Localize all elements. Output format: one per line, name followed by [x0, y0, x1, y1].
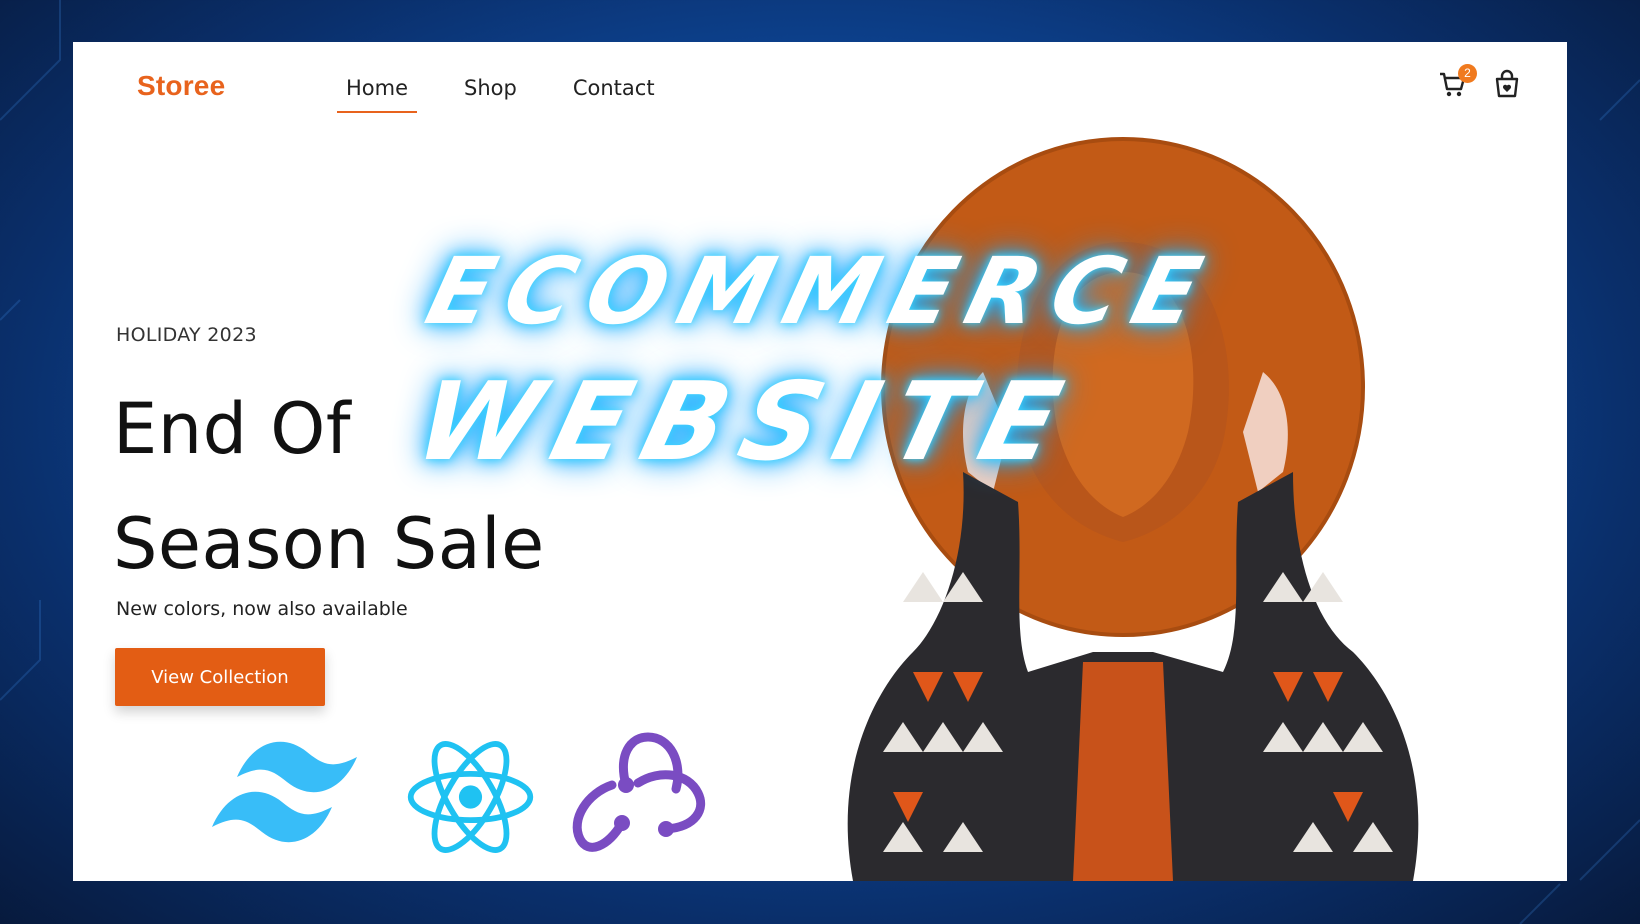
main-nav: Home Shop Contact	[337, 76, 664, 113]
hero-subtitle: New colors, now also available	[116, 598, 408, 620]
hero-headline-line2: Season Sale	[113, 503, 545, 585]
shopping-bag-heart-icon	[1495, 69, 1519, 98]
cart-button[interactable]: 2	[1437, 64, 1477, 100]
nav-contact[interactable]: Contact	[564, 76, 664, 113]
brand-logo[interactable]: Storee	[137, 70, 225, 102]
nav-shop[interactable]: Shop	[455, 76, 526, 113]
view-collection-button[interactable]: View Collection	[115, 648, 325, 706]
cart-count-badge: 2	[1458, 64, 1477, 83]
hero-eyebrow: HOLIDAY 2023	[116, 324, 257, 346]
redux-logo	[572, 732, 706, 852]
nav-home[interactable]: Home	[337, 76, 418, 113]
react-logo	[407, 741, 534, 853]
overlay-title-website: WEBSITE	[404, 360, 1089, 485]
tailwind-logo	[212, 741, 357, 843]
wishlist-bag-button[interactable]	[1491, 68, 1523, 100]
header-icons: 2	[1437, 64, 1523, 100]
overlay-title-ecommerce: ECOMMERCE	[416, 238, 1226, 345]
